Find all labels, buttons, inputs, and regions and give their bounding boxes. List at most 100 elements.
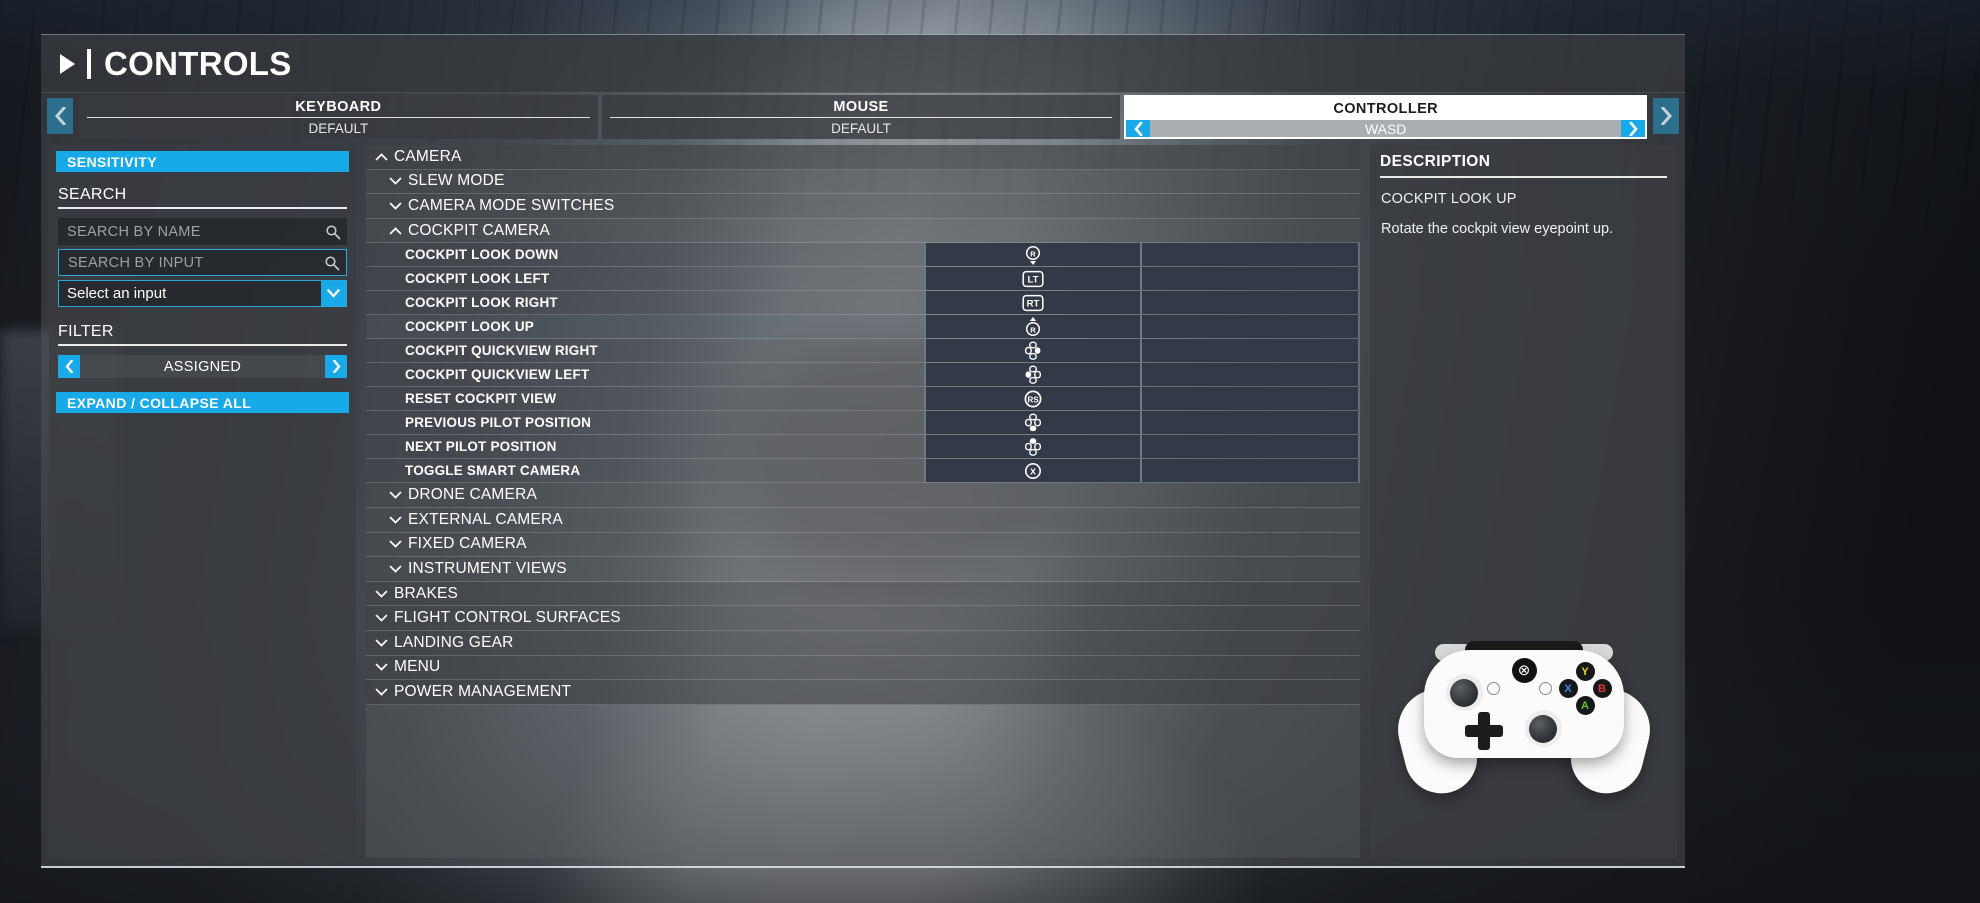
select-input-dropdown[interactable]: Select an input bbox=[58, 280, 347, 307]
binding-secondary-cell[interactable] bbox=[1142, 387, 1360, 411]
binding-secondary-cell[interactable] bbox=[1142, 315, 1360, 339]
binding-primary-cell[interactable]: RT bbox=[924, 291, 1142, 315]
binding-primary-cell[interactable]: X bbox=[924, 459, 1142, 483]
chevron-down-icon[interactable] bbox=[388, 177, 403, 186]
category-label-wrap: COCKPIT CAMERA bbox=[366, 219, 924, 243]
binding-secondary-cell[interactable] bbox=[1142, 363, 1360, 387]
binding-primary-cell[interactable]: LT bbox=[924, 267, 1142, 291]
chevron-up-icon[interactable] bbox=[388, 226, 403, 235]
category-label-wrap: SLEW MODE bbox=[366, 170, 924, 194]
tree-category-flight-control-surfaces[interactable]: FLIGHT CONTROL SURFACES bbox=[366, 606, 1360, 631]
preset-next-button[interactable] bbox=[1621, 120, 1646, 137]
chevron-down-icon[interactable] bbox=[374, 590, 389, 598]
chevron-down-icon[interactable] bbox=[321, 281, 346, 306]
binding-secondary-cell[interactable] bbox=[1142, 435, 1360, 459]
table-row[interactable]: COCKPIT QUICKVIEW RIGHT bbox=[366, 339, 1360, 364]
tree-category-menu[interactable]: MENU bbox=[366, 655, 1360, 681]
table-row[interactable]: COCKPIT LOOK DOWN R bbox=[366, 243, 1360, 268]
xbox-guide-button: ⊗ bbox=[1511, 658, 1537, 683]
search-by-input-field[interactable] bbox=[58, 249, 347, 276]
chevron-down-icon[interactable] bbox=[374, 614, 389, 622]
chevron-down-icon[interactable] bbox=[388, 202, 403, 210]
filter-next-button[interactable] bbox=[325, 355, 347, 378]
search-by-input-input[interactable] bbox=[68, 254, 324, 271]
chevron-down-icon[interactable] bbox=[388, 565, 403, 573]
title-divider bbox=[87, 48, 91, 79]
tab-controller-preset: WASD bbox=[1364, 120, 1407, 137]
tree-category-camera-mode-switches[interactable]: CAMERA MODE SWITCHES bbox=[366, 194, 1360, 219]
category-label-wrap: INSTRUMENT VIEWS bbox=[366, 557, 924, 581]
tab-mouse[interactable]: MOUSE DEFAULT bbox=[601, 95, 1121, 139]
binding-primary-cell[interactable] bbox=[924, 339, 1142, 363]
svg-text:RS: RS bbox=[1027, 395, 1039, 404]
binding-primary-cell[interactable]: R bbox=[924, 315, 1142, 339]
category-label-wrap: LANDING GEAR bbox=[366, 631, 924, 655]
tree-category-landing-gear[interactable]: LANDING GEAR bbox=[366, 630, 1360, 656]
tree-category-drone-camera[interactable]: DRONE CAMERA bbox=[366, 483, 1360, 508]
tree-category-power-management[interactable]: POWER MANAGEMENT bbox=[366, 680, 1360, 705]
binding-secondary-cell[interactable] bbox=[1142, 459, 1360, 483]
tab-keyboard[interactable]: KEYBOARD DEFAULT bbox=[79, 95, 598, 139]
preset-prev-button[interactable] bbox=[1126, 120, 1151, 137]
binding-secondary-cell[interactable] bbox=[1142, 243, 1360, 267]
row-spacer bbox=[924, 533, 1360, 557]
table-row[interactable]: COCKPIT QUICKVIEW LEFT bbox=[366, 363, 1360, 388]
binding-secondary-cell[interactable] bbox=[1142, 291, 1360, 315]
expand-collapse-all-button[interactable]: EXPAND / COLLAPSE ALL bbox=[56, 392, 349, 413]
binding-secondary-cell[interactable] bbox=[1142, 267, 1360, 291]
binding-primary-cell[interactable]: R bbox=[924, 243, 1142, 267]
tree-category-external-camera[interactable]: EXTERNAL CAMERA bbox=[366, 507, 1360, 533]
tree-category-brakes[interactable]: BRAKES bbox=[366, 581, 1360, 607]
table-row[interactable]: RESET COCKPIT VIEW RS bbox=[366, 387, 1360, 412]
binding-secondary-cell[interactable] bbox=[1142, 339, 1360, 363]
chevron-down-icon[interactable] bbox=[388, 491, 403, 499]
filter-prev-button[interactable] bbox=[58, 355, 80, 378]
search-by-name-input[interactable] bbox=[67, 223, 325, 240]
binding-primary-cell[interactable] bbox=[924, 411, 1142, 435]
tree-category-slew-mode[interactable]: SLEW MODE bbox=[366, 169, 1360, 195]
binding-primary-cell[interactable]: RS bbox=[924, 387, 1142, 411]
row-spacer bbox=[924, 656, 1360, 680]
description-body: COCKPIT LOOK UP Rotate the cockpit view … bbox=[1370, 178, 1677, 239]
nav-prev-button[interactable] bbox=[47, 98, 73, 134]
binding-primary-cell[interactable] bbox=[924, 363, 1142, 387]
chevron-down-icon[interactable] bbox=[374, 639, 389, 647]
row-spacer bbox=[924, 170, 1360, 194]
tab-controller[interactable]: CONTROLLER WASD bbox=[1124, 95, 1648, 139]
table-row[interactable]: COCKPIT LOOK RIGHT RT bbox=[366, 291, 1360, 316]
category-label-wrap: POWER MANAGEMENT bbox=[366, 680, 924, 704]
category-label: FLIGHT CONTROL SURFACES bbox=[394, 609, 621, 627]
binding-label: COCKPIT LOOK LEFT bbox=[405, 271, 550, 287]
table-row-selected[interactable]: COCKPIT LOOK UP R bbox=[366, 315, 1360, 340]
bindings-list[interactable]: CAMERA SLEW MODE CAMERA MODE SWITCHES CO… bbox=[366, 145, 1360, 858]
nav-next-button[interactable] bbox=[1653, 98, 1679, 134]
a-button: A bbox=[1575, 696, 1595, 715]
chevron-up-icon[interactable] bbox=[374, 153, 389, 161]
table-row[interactable]: COCKPIT LOOK LEFT LT bbox=[366, 267, 1360, 292]
row-spacer bbox=[924, 219, 1360, 243]
tree-category-instrument-views[interactable]: INSTRUMENT VIEWS bbox=[366, 557, 1360, 582]
filter-selector: ASSIGNED bbox=[58, 355, 347, 378]
svg-text:X: X bbox=[1030, 466, 1036, 476]
table-row[interactable]: TOGGLE SMART CAMERA X bbox=[366, 459, 1360, 484]
preset-selector: WASD bbox=[1126, 120, 1646, 137]
sidebar-panel: SENSITIVITY SEARCH Select bbox=[49, 145, 356, 858]
category-label: POWER MANAGEMENT bbox=[394, 682, 572, 700]
search-by-name-field[interactable] bbox=[58, 218, 347, 245]
table-row[interactable]: NEXT PILOT POSITION bbox=[366, 435, 1360, 460]
tree-category-fixed-camera[interactable]: FIXED CAMERA bbox=[366, 532, 1360, 558]
binding-label: COCKPIT QUICKVIEW RIGHT bbox=[405, 343, 598, 359]
table-row[interactable]: PREVIOUS PILOT POSITION bbox=[366, 411, 1360, 436]
binding-secondary-cell[interactable] bbox=[1142, 411, 1360, 435]
chevron-down-icon[interactable] bbox=[374, 688, 389, 696]
tree-category-cockpit-camera[interactable]: COCKPIT CAMERA bbox=[366, 218, 1360, 244]
chevron-down-icon[interactable] bbox=[374, 663, 389, 672]
chevron-down-icon[interactable] bbox=[388, 516, 403, 524]
face-buttons: Y X B A bbox=[1558, 662, 1612, 715]
tree-category-camera[interactable]: CAMERA bbox=[366, 145, 1360, 170]
binding-primary-cell[interactable] bbox=[924, 435, 1142, 459]
sensitivity-button[interactable]: SENSITIVITY bbox=[56, 151, 349, 172]
xbox-controller-image: ⊗ Y X B A bbox=[1388, 638, 1659, 802]
chevron-down-icon[interactable] bbox=[388, 540, 403, 549]
row-spacer bbox=[924, 508, 1360, 532]
